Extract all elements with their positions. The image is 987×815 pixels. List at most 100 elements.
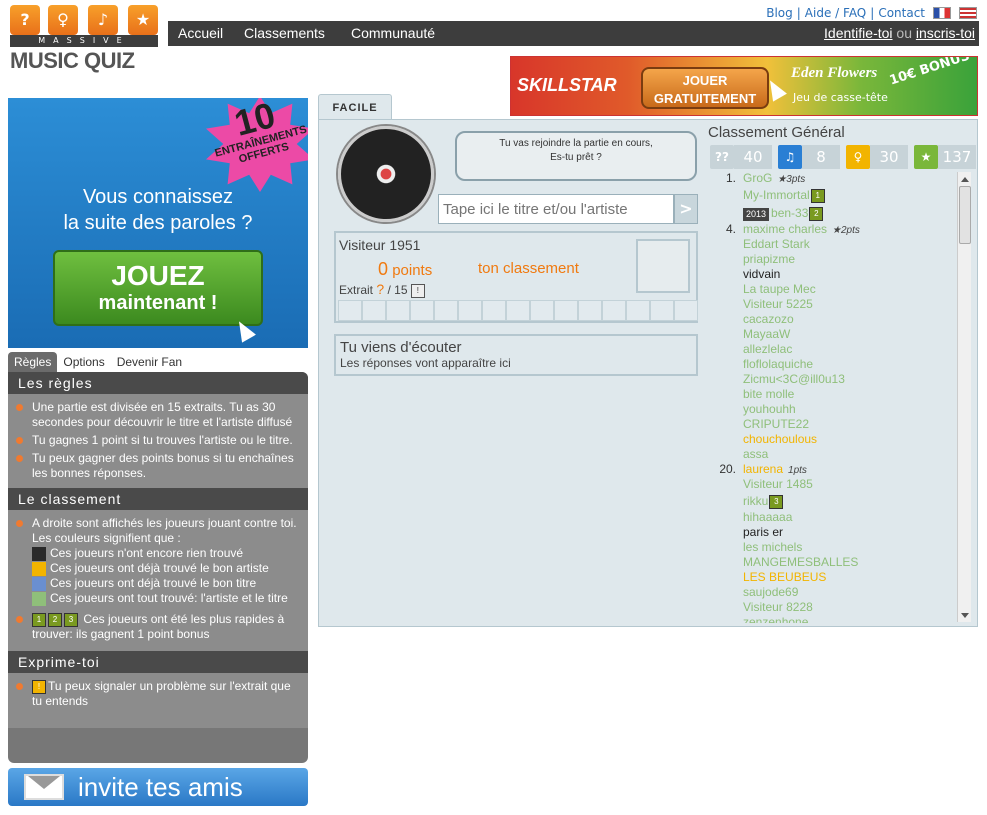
leaderboard-player-name[interactable]: maxime charles	[743, 222, 827, 236]
contact-link[interactable]: Contact	[878, 6, 925, 20]
leaderboard-row[interactable]: 4. maxime charles ★2pts	[710, 222, 956, 237]
logo-question-icon: ?	[10, 5, 40, 35]
leaderboard-row[interactable]: MANGEMESBALLES	[710, 555, 956, 570]
leaderboard-player-name[interactable]: rikku	[743, 494, 768, 508]
leaderboard-row[interactable]: cacazozo	[710, 312, 956, 327]
leaderboard-row[interactable]: Visiteur 5225	[710, 297, 956, 312]
nav-communaute[interactable]: Communauté	[351, 25, 435, 41]
express-title: Exprime-toi	[8, 651, 308, 673]
tab-regles[interactable]: Règles	[8, 352, 58, 372]
leaderboard-list[interactable]: 1. GroG ★3pts My-Immortal 1 2013 ben-33 2 4. maxi…	[710, 171, 956, 623]
leaderboard-row[interactable]: La taupe Mec	[710, 282, 956, 297]
player-name: Visiteur 1951	[339, 237, 421, 253]
register-link[interactable]: inscris-toi	[916, 25, 975, 41]
leaderboard-player-name[interactable]: floflolaquiche	[743, 357, 813, 371]
leaderboard-row[interactable]: Eddart Stark	[710, 237, 956, 252]
faq-link[interactable]: Aide / FAQ	[805, 6, 866, 20]
nav-accueil[interactable]: Accueil	[178, 25, 223, 41]
leaderboard-row[interactable]: My-Immortal 1	[710, 186, 956, 204]
leaderboard-row[interactable]: hihaaaaa	[710, 510, 956, 525]
leaderboard-row[interactable]: allezlelac	[710, 342, 956, 357]
leaderboard-stats: ?? 40 ♫ 8 ♀ 30 ★ 137	[710, 145, 976, 169]
leaderboard-player-name[interactable]: les michels	[743, 540, 802, 554]
banner-cta-line1: JOUER	[682, 73, 728, 88]
leaderboard-row[interactable]: floflolaquiche	[710, 357, 956, 372]
express-item: ! Tu peux signaler un problème sur l'extr…	[16, 679, 300, 709]
leaderboard-row[interactable]: 2013 ben-33 2	[710, 204, 956, 222]
leaderboard-row[interactable]: CRIPUTE22	[710, 417, 956, 432]
leaderboard-row[interactable]: LES BEUBEUS	[710, 570, 956, 585]
leaderboard-scrollbar[interactable]	[957, 172, 971, 622]
english-flag-icon[interactable]	[959, 7, 977, 19]
leaderboard-row[interactable]: MayaaW	[710, 327, 956, 342]
tab-level-facile[interactable]: FACILE	[318, 94, 392, 120]
leaderboard-row[interactable]: les michels	[710, 540, 956, 555]
tab-devenir-fan[interactable]: Devenir Fan	[111, 352, 188, 372]
report-problem-icon[interactable]: !	[32, 679, 46, 694]
leaderboard-player-name[interactable]: paris er	[743, 525, 783, 539]
leaderboard-player-name[interactable]: priapizme	[743, 252, 795, 266]
logo-text[interactable]: MUSIC QUIZ	[10, 48, 135, 74]
vinyl-disc-icon	[338, 126, 434, 222]
leaderboard-player-name[interactable]: La taupe Mec	[743, 282, 816, 296]
leaderboard-player-name[interactable]: youhouhh	[743, 402, 796, 416]
leaderboard-player-name[interactable]: MANGEMESBALLES	[743, 555, 858, 569]
leaderboard-points: ★3pts	[777, 174, 806, 185]
leaderboard-row[interactable]: chouchoulous	[710, 432, 956, 447]
leaderboard-player-name[interactable]: cacazozo	[743, 312, 794, 326]
leaderboard-player-name[interactable]: allezlelac	[743, 342, 792, 356]
rule-item: Tu gagnes 1 point si tu trouves l'artist…	[16, 433, 300, 448]
leaderboard-row[interactable]: rikku 3	[710, 492, 956, 510]
leaderboard-player-name[interactable]: MayaaW	[743, 327, 790, 341]
leaderboard-player-name[interactable]: assa	[743, 447, 768, 461]
leaderboard-row[interactable]: bite molle	[710, 387, 956, 402]
leaderboard-row[interactable]: assa	[710, 447, 956, 462]
leaderboard-row[interactable]: vidvain	[710, 267, 956, 282]
leaderboard-row[interactable]: Visiteur 8228	[710, 600, 956, 615]
nav-classements[interactable]: Classements	[244, 25, 325, 41]
leaderboard-player-name[interactable]: CRIPUTE22	[743, 417, 809, 431]
leaderboard-row[interactable]: youhouhh	[710, 402, 956, 417]
leaderboard-player-name[interactable]: zenzenhone	[743, 615, 808, 623]
leaderboard-row[interactable]: priapizme	[710, 252, 956, 267]
leaderboard-row[interactable]: 1. GroG ★3pts	[710, 171, 956, 186]
submit-answer-button[interactable]: >	[674, 194, 698, 224]
blog-link[interactable]: Blog	[766, 6, 793, 20]
leaderboard-player-name[interactable]: My-Immortal	[743, 188, 810, 202]
login-link[interactable]: Identifie-toi	[824, 25, 892, 41]
ranking-link[interactable]: ton classement	[478, 260, 579, 277]
rules-title: Les règles	[8, 372, 308, 394]
tab-options[interactable]: Options	[57, 352, 110, 372]
leaderboard-row[interactable]: zenzenhone	[710, 615, 956, 623]
rules-panel: Les règles Une partie est divisée en 15 …	[8, 372, 308, 763]
leaderboard-player-name[interactable]: Visiteur 8228	[743, 600, 813, 614]
leaderboard-row[interactable]: Visiteur 1485	[710, 477, 956, 492]
leaderboard-player-name[interactable]: Eddart Stark	[743, 237, 810, 251]
leaderboard-row[interactable]: saujode69	[710, 585, 956, 600]
promo-play-button[interactable]: JOUEZ maintenant !	[53, 250, 263, 326]
leaderboard-player-name[interactable]: GroG	[743, 171, 772, 185]
leaderboard-player-name[interactable]: Visiteur 1485	[743, 477, 813, 491]
banner-cta-button[interactable]: JOUER GRATUITEMENT	[641, 67, 769, 109]
star-icon: ★	[914, 145, 938, 169]
leaderboard-row[interactable]: 20. laurena 1pts	[710, 462, 956, 477]
leaderboard-rank: 4.	[725, 222, 736, 236]
french-flag-icon[interactable]	[933, 7, 951, 19]
leaderboard-player-name[interactable]: LES BEUBEUS	[743, 570, 826, 584]
leaderboard-player-name[interactable]: hihaaaaa	[743, 510, 792, 524]
leaderboard-player-name[interactable]: chouchoulous	[743, 432, 817, 446]
promo-ad[interactable]: 10 ENTRAÎNEMENTS OFFERTS Vous connaissez…	[8, 98, 308, 348]
leaderboard-player-name[interactable]: saujode69	[743, 585, 798, 599]
ad-banner[interactable]: SKILLSTAR JOUER GRATUITEMENT Eden Flower…	[510, 56, 978, 116]
leaderboard-row[interactable]: Zicmu<3C@ill0u13	[710, 372, 956, 387]
answer-input[interactable]	[438, 194, 674, 224]
leaderboard-player-name[interactable]: ben-33	[771, 206, 808, 220]
report-extract-icon[interactable]: !	[410, 283, 425, 298]
leaderboard-player-name[interactable]: bite molle	[743, 387, 794, 401]
leaderboard-player-name[interactable]: laurena	[743, 462, 783, 476]
leaderboard-player-name[interactable]: Visiteur 5225	[743, 297, 813, 311]
leaderboard-player-name[interactable]: vidvain	[743, 267, 780, 281]
leaderboard-row[interactable]: paris er	[710, 525, 956, 540]
invite-friends-button[interactable]: invite tes amis	[8, 768, 308, 806]
leaderboard-player-name[interactable]: Zicmu<3C@ill0u13	[743, 372, 845, 386]
